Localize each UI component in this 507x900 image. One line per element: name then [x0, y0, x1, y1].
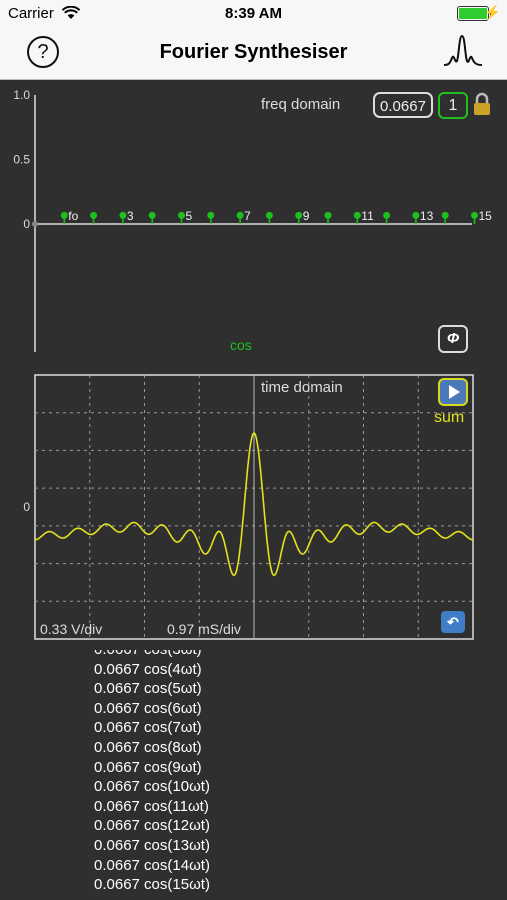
components-list: 0.0667 cos(3ωt)0.0667 cos(4ωt)0.0667 cos…: [94, 650, 394, 900]
wave-type-label[interactable]: cos: [230, 337, 252, 353]
y-tick-label: 0.5: [13, 153, 30, 167]
zero-label: 0: [23, 500, 30, 514]
harmonic-label: 11: [361, 209, 374, 223]
component-row[interactable]: 0.0667 cos(4ωt): [94, 661, 394, 681]
component-row[interactable]: 0.0667 cos(8ωt): [94, 739, 394, 759]
harmonic-point: [236, 211, 244, 219]
component-row[interactable]: 0.0667 cos(10ωt): [94, 778, 394, 798]
harmonic-point: [441, 211, 449, 219]
freq-domain-chart[interactable]: 1.0 0.5 0 fo 3 5 7 9 11 13 15: [0, 80, 507, 370]
volts-per-div: 0.33 V/div: [40, 621, 103, 637]
reset-icon[interactable]: ↶: [441, 611, 465, 633]
component-row[interactable]: 0.0667 cos(13ωt): [94, 837, 394, 857]
time-domain-label: time domain: [261, 379, 343, 396]
component-row[interactable]: 0.0667 cos(11ωt): [94, 798, 394, 818]
harmonic-point: [178, 211, 185, 219]
page-title: Fourier Synthesiser: [159, 41, 348, 63]
navigation-bar: ? Fourier Synthesiser: [0, 28, 507, 80]
component-row[interactable]: 0.0667 cos(6ωt): [94, 700, 394, 720]
harmonic-label: 7: [244, 209, 251, 223]
component-row[interactable]: 0.0667 cos(7ωt): [94, 719, 394, 739]
harmonic-point: [412, 211, 420, 219]
component-row[interactable]: 0.0667 cos(15ωt): [94, 876, 394, 896]
component-row[interactable]: 0.0667 cos(12ωt): [94, 817, 394, 837]
play-button[interactable]: [438, 378, 468, 406]
charging-icon: ⚡: [483, 4, 501, 20]
clock: 8:39 AM: [225, 5, 282, 22]
harmonic-label: 9: [303, 209, 310, 223]
component-row[interactable]: 0.0667 cos(3ωt): [94, 650, 394, 661]
harmonic-label: 5: [186, 209, 193, 223]
freq-domain-label: freq domain: [261, 96, 341, 113]
component-row[interactable]: 0.0667 cos(14ωt): [94, 857, 394, 877]
component-row[interactable]: 0.0667 cos(9ωt): [94, 759, 394, 779]
ms-per-div: 0.97 mS/div: [167, 621, 241, 637]
harmonic-point: [353, 211, 361, 219]
harmonic-point: [265, 211, 273, 219]
harmonic-point: [383, 211, 391, 219]
harmonic-point: [471, 211, 478, 219]
harmonic-point: [207, 211, 215, 219]
harmonic-point: [60, 211, 68, 219]
harmonic-label: 13: [420, 209, 434, 223]
sum-label: sum: [434, 409, 465, 426]
phase-button[interactable]: Φ: [438, 325, 468, 353]
y-tick-label: 0: [23, 217, 30, 231]
play-icon: [449, 385, 460, 399]
waveform-icon[interactable]: [443, 34, 483, 72]
harmonic-point: [119, 211, 127, 219]
harmonic-point: [324, 211, 332, 219]
harmonic-label: 15: [479, 209, 493, 223]
harmonic-count-box[interactable]: 1: [438, 92, 468, 119]
y-tick-label: 1.0: [13, 88, 30, 102]
amplitude-value-box[interactable]: 0.0667: [373, 92, 433, 118]
harmonic-label: 3: [127, 209, 134, 223]
component-row[interactable]: 0.0667 cos(5ωt): [94, 680, 394, 700]
harmonic-label: fo: [68, 209, 78, 223]
harmonic-point: [295, 211, 303, 219]
status-bar: Carrier 8:39 AM ⚡: [0, 0, 507, 28]
harmonic-point: [90, 211, 98, 219]
origin-dot: [32, 221, 38, 227]
lock-icon[interactable]: [472, 92, 492, 117]
harmonic-point: [148, 211, 156, 219]
time-domain-scope: 0: [23, 374, 474, 640]
